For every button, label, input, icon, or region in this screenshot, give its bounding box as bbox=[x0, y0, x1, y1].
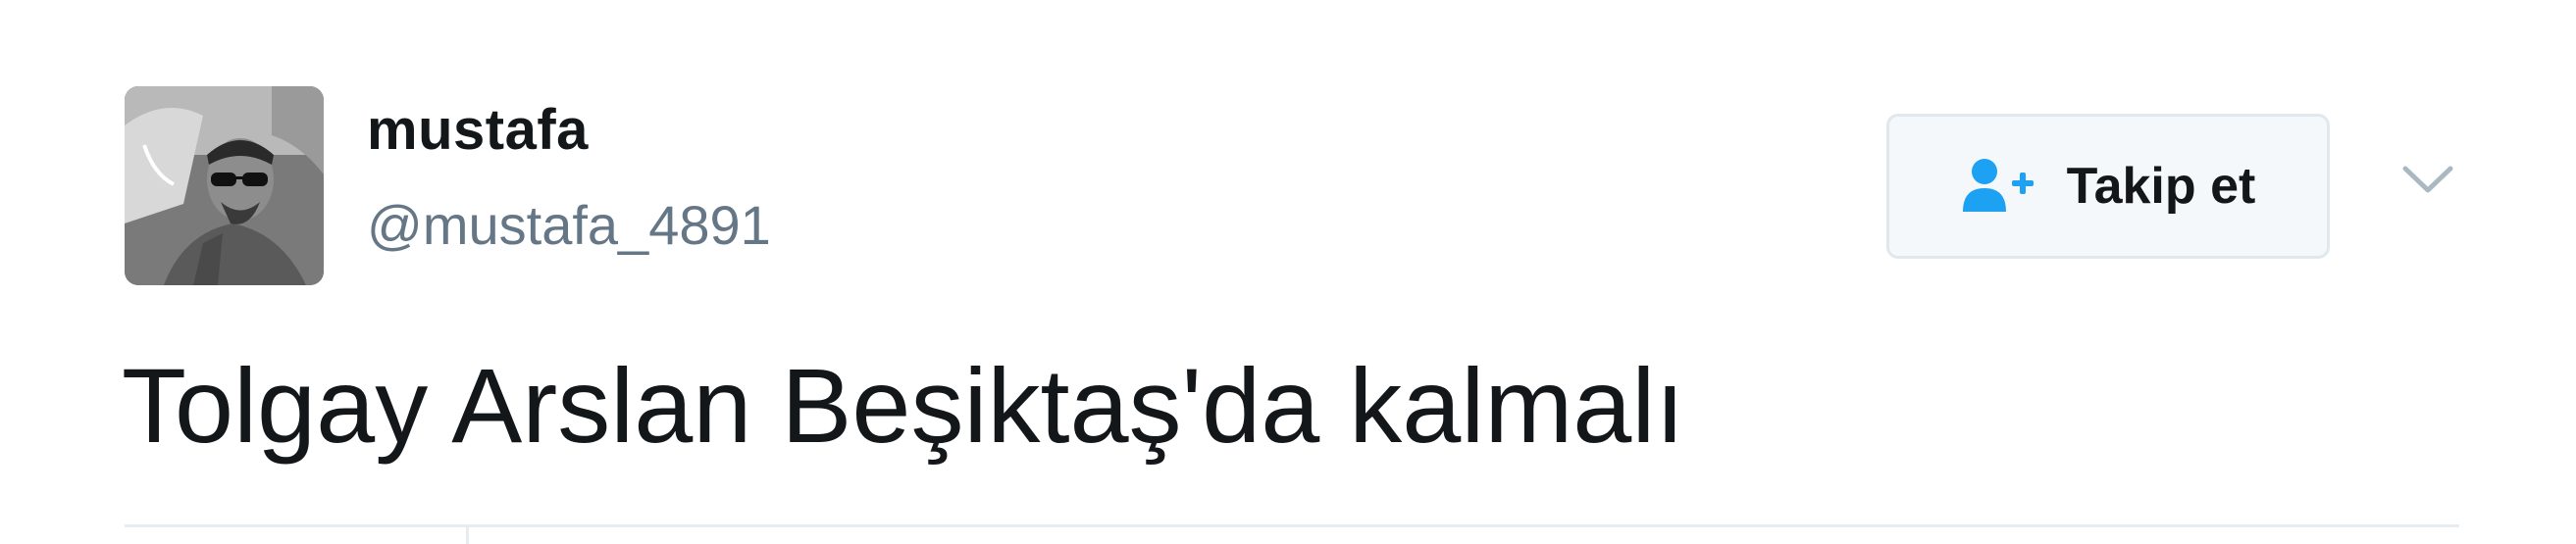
follow-button[interactable]: Takip et bbox=[1886, 114, 2330, 259]
tweet-text: Tolgay Arslan Beşiktaş'da kalmalı bbox=[122, 346, 1685, 465]
divider-tick bbox=[466, 524, 469, 544]
tweet-card: mustafa @mustafa_4891 Takip et Tolgay Ar… bbox=[0, 0, 2576, 544]
add-user-icon bbox=[1962, 159, 2034, 212]
tweet-menu-button[interactable] bbox=[2394, 155, 2462, 204]
avatar[interactable] bbox=[125, 86, 324, 285]
chevron-down-icon bbox=[2402, 166, 2453, 193]
divider bbox=[125, 524, 2459, 527]
author-display-name[interactable]: mustafa bbox=[367, 102, 589, 159]
follow-button-label: Takip et bbox=[2066, 158, 2256, 215]
author-handle[interactable]: @mustafa_4891 bbox=[367, 198, 771, 253]
avatar-photo bbox=[125, 86, 324, 285]
